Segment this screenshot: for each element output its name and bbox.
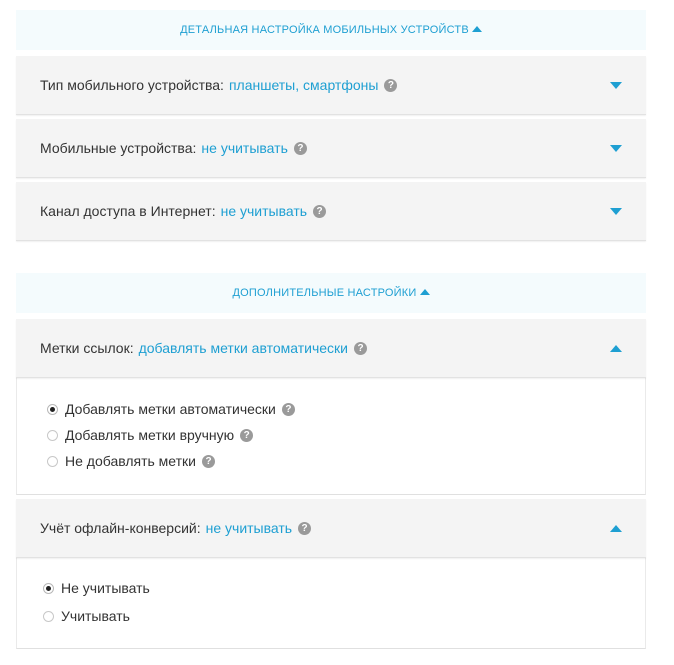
offline-option-off[interactable]: Не учитывать	[43, 574, 615, 602]
option-label: Не учитывать	[61, 580, 150, 596]
internet-channel-label: Канал доступа в Интернет:	[40, 203, 216, 219]
option-label: Добавлять метки автоматически	[65, 401, 276, 417]
link-tags-value[interactable]: добавлять метки автоматически	[139, 340, 348, 356]
option-label: Учитывать	[61, 608, 130, 624]
offline-conversions-options: Не учитывать Учитывать	[16, 558, 646, 649]
link-tags-label: Метки ссылок:	[40, 340, 134, 356]
device-type-row[interactable]: Тип мобильного устройства: планшеты, сма…	[16, 56, 646, 115]
extra-settings-header-label: Дополнительные настройки	[232, 287, 417, 299]
offline-conversions-row[interactable]: Учёт офлайн-конверсий: не учитывать ?	[16, 499, 646, 558]
help-icon[interactable]: ?	[202, 454, 215, 468]
radio-unchecked[interactable]	[47, 455, 58, 467]
help-icon[interactable]: ?	[384, 78, 398, 92]
device-type-label: Тип мобильного устройства:	[40, 77, 224, 93]
offline-conversions-label: Учёт офлайн-конверсий:	[40, 520, 201, 536]
radio-unchecked[interactable]	[43, 610, 54, 622]
offline-conversions-value[interactable]: не учитывать	[206, 520, 292, 536]
device-type-value[interactable]: планшеты, смартфоны	[229, 77, 378, 93]
radio-checked[interactable]	[47, 403, 58, 415]
collapse-up-icon[interactable]	[610, 525, 622, 532]
help-icon[interactable]: ?	[240, 428, 254, 442]
expand-down-icon[interactable]	[610, 208, 622, 215]
settings-container: Детальная настройка мобильных устройств …	[16, 10, 646, 649]
option-label: Добавлять метки вручную	[65, 427, 235, 443]
expand-down-icon[interactable]	[610, 82, 622, 89]
expand-down-icon[interactable]	[610, 145, 622, 152]
mobile-settings-header[interactable]: Детальная настройка мобильных устройств	[16, 10, 646, 50]
link-tags-option-manual[interactable]: Добавлять метки вручную ?	[47, 422, 615, 448]
help-icon[interactable]: ?	[293, 141, 307, 155]
link-tags-options: Добавлять метки автоматически ? Добавлят…	[16, 378, 646, 495]
mobile-settings-header-label: Детальная настройка мобильных устройств	[180, 24, 469, 36]
radio-unchecked[interactable]	[47, 429, 58, 441]
internet-channel-value[interactable]: не учитывать	[221, 203, 307, 219]
radio-checked[interactable]	[43, 582, 54, 594]
collapse-up-icon	[419, 289, 430, 295]
help-icon[interactable]: ?	[298, 521, 312, 535]
link-tags-option-auto[interactable]: Добавлять метки автоматически ?	[47, 396, 615, 422]
mobile-devices-label: Мобильные устройства:	[40, 140, 197, 156]
collapse-up-icon[interactable]	[610, 345, 622, 352]
help-icon[interactable]: ?	[354, 341, 367, 355]
option-label: Не добавлять метки	[65, 453, 196, 469]
link-tags-option-none[interactable]: Не добавлять метки ?	[47, 448, 615, 474]
mobile-devices-row[interactable]: Мобильные устройства: не учитывать ?	[16, 119, 646, 178]
extra-settings-header[interactable]: Дополнительные настройки	[16, 273, 646, 313]
collapse-up-icon	[471, 26, 482, 32]
help-icon[interactable]: ?	[313, 204, 327, 218]
mobile-devices-value[interactable]: не учитывать	[201, 140, 287, 156]
help-icon[interactable]: ?	[281, 402, 295, 416]
offline-option-on[interactable]: Учитывать	[43, 602, 615, 630]
link-tags-row[interactable]: Метки ссылок: добавлять метки автоматиче…	[16, 319, 646, 378]
internet-channel-row[interactable]: Канал доступа в Интернет: не учитывать ?	[16, 182, 646, 241]
